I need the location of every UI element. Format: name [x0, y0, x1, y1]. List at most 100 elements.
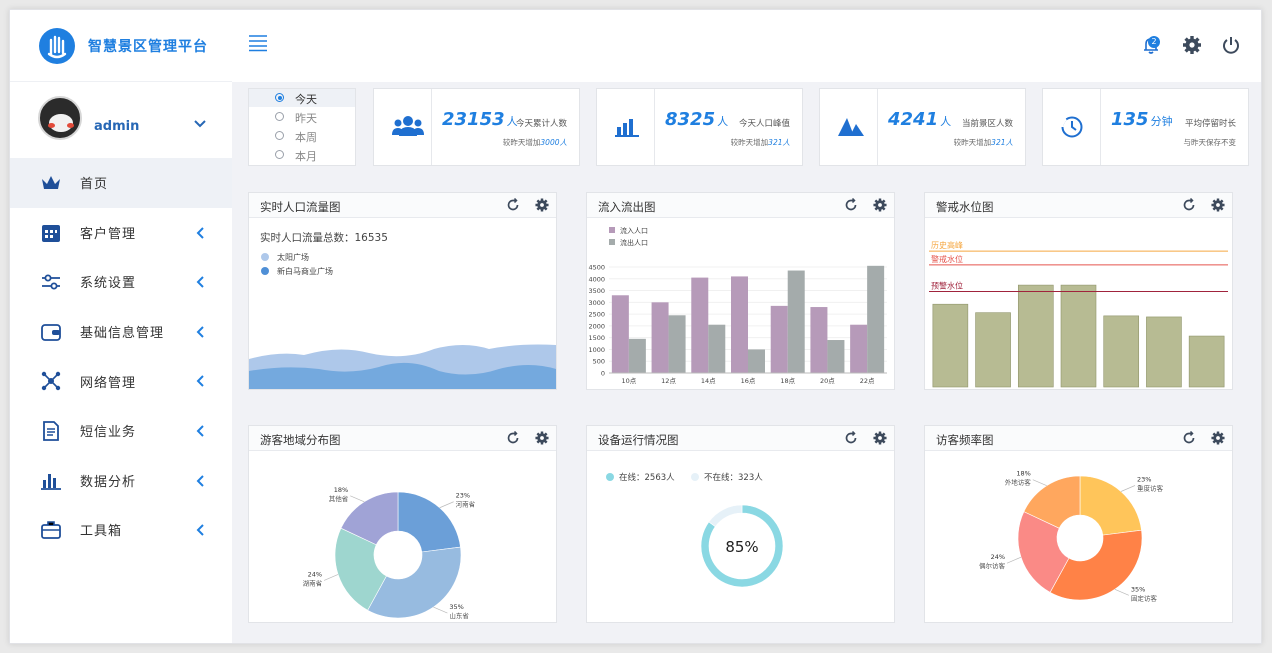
- inout-chart: 流入人口 流出人口 0 500 1000 1500 2000 2500 3000 3500 40…: [588, 226, 887, 385]
- pie-label-line: [433, 606, 448, 614]
- bar-chart-icon: [615, 119, 639, 137]
- refresh-icon[interactable]: [844, 431, 858, 445]
- power-icon[interactable]: [1220, 34, 1242, 56]
- sidebar-menu: 首页 客户管理 系统设置 基础信息管理 网络管理 短信业务 数据分析 工具箱: [10, 158, 232, 555]
- x-tick-label: 18点: [780, 377, 795, 385]
- refresh-icon[interactable]: [1182, 198, 1196, 212]
- user-profile[interactable]: admin: [10, 82, 232, 158]
- sliders-icon: [42, 274, 60, 290]
- chevron-left-icon: [196, 524, 204, 536]
- gear-icon[interactable]: [1210, 430, 1226, 446]
- pie-label-line: [439, 501, 454, 509]
- sidebar-item-network[interactable]: 网络管理: [10, 356, 232, 406]
- bar-outflow: [748, 349, 765, 373]
- bar-outflow: [708, 324, 726, 373]
- alert-chart: 历史高峰警戒水位预警水位: [929, 240, 1228, 388]
- bar-outflow: [867, 265, 885, 373]
- sidebar-item-toolbox[interactable]: 工具箱: [10, 505, 232, 555]
- y-tick-label: 4500: [588, 264, 605, 272]
- pie-percent-label: 24%: [308, 570, 322, 578]
- sidebar-item-customer[interactable]: 客户管理: [10, 208, 232, 258]
- stat-sub: 较昨天增加321人: [953, 138, 1013, 147]
- bar-outflow: [628, 338, 646, 373]
- pie-percent-label: 35%: [449, 603, 463, 611]
- sidebar-item-label: 基础信息管理: [80, 326, 165, 342]
- panel-title: 实时人口流量图: [260, 200, 341, 214]
- refresh-icon[interactable]: [506, 198, 520, 212]
- gear-icon[interactable]: [534, 430, 550, 446]
- gear-icon[interactable]: [1181, 34, 1203, 56]
- pie-percent-label: 18%: [1016, 470, 1030, 478]
- x-tick-label: 14点: [701, 377, 716, 385]
- logo: 智慧景区管理平台: [10, 10, 232, 82]
- legend-label: 在线：2563人: [619, 472, 675, 483]
- reference-line-label: 预警水位: [931, 280, 963, 290]
- reference-line-label: 历史高峰: [931, 240, 963, 250]
- period-option-yesterday[interactable]: 昨天: [249, 108, 355, 126]
- pie-percent-label: 35%: [1131, 585, 1145, 593]
- chevron-down-icon[interactable]: [194, 120, 206, 128]
- pie-name-label: 偶尔访客: [979, 561, 1006, 570]
- legend-label: 流出人口: [620, 238, 648, 247]
- region-pie-chart: 23%河南省 35%山东省 24%湖南省 18%其他省: [303, 486, 476, 620]
- stat-label: 平均停留时长: [1184, 119, 1236, 129]
- avatar: [38, 96, 82, 140]
- x-tick-label: 22点: [860, 377, 875, 385]
- gear-icon[interactable]: [872, 430, 888, 446]
- mountain-icon: [838, 118, 864, 136]
- wallet-icon: [41, 323, 61, 341]
- menu-toggle-icon[interactable]: [248, 34, 268, 52]
- pie-name-label: 其他省: [329, 494, 349, 503]
- panel-title: 游客地域分布图: [260, 433, 341, 447]
- x-tick-label: 12点: [661, 377, 676, 385]
- gear-icon[interactable]: [872, 197, 888, 213]
- level-bar: [975, 312, 1011, 388]
- period-option-month[interactable]: 本月: [249, 146, 355, 164]
- gear-icon[interactable]: [534, 197, 550, 213]
- panel-title: 访客频率图: [936, 433, 994, 447]
- sidebar-item-analytics[interactable]: 数据分析: [10, 456, 232, 506]
- panel-title: 设备运行情况图: [598, 433, 679, 447]
- y-tick-label: 3500: [588, 287, 605, 295]
- x-tick-label: 10点: [621, 377, 636, 385]
- bar-outflow: [668, 315, 686, 373]
- pie-name-label: 外地访客: [1005, 478, 1031, 487]
- level-bar: [1103, 315, 1140, 388]
- legend-swatch: [609, 239, 615, 245]
- sidebar-item-home[interactable]: 首页: [10, 158, 232, 208]
- period-option-today[interactable]: 今天: [249, 89, 355, 107]
- y-tick-label: 3000: [588, 299, 605, 307]
- period-option-week[interactable]: 本周: [249, 127, 355, 145]
- refresh-icon[interactable]: [506, 431, 520, 445]
- total-label: 实时人口流量总数：16535: [260, 231, 388, 244]
- crown-icon: [42, 176, 60, 189]
- x-tick-label: 20点: [820, 377, 835, 385]
- bar-inflow: [691, 277, 709, 373]
- pie-percent-label: 18%: [334, 486, 348, 494]
- stat-sub: 较昨天增加321人: [730, 138, 790, 147]
- level-bar: [1017, 284, 1054, 388]
- refresh-icon[interactable]: [1182, 431, 1196, 445]
- refresh-icon[interactable]: [844, 198, 858, 212]
- pie-percent-label: 23%: [1137, 475, 1151, 483]
- level-bar: [932, 303, 969, 388]
- stat-label: 今天人口峰值: [738, 119, 790, 129]
- bar-inflow: [651, 302, 669, 373]
- app-title: 智慧景区管理平台: [88, 39, 208, 55]
- device-chart: 在线：2563人 不在线：323人 85%: [606, 472, 784, 588]
- sidebar-item-sms[interactable]: 短信业务: [10, 406, 232, 456]
- y-tick-label: 1500: [588, 334, 605, 342]
- sidebar-item-basic-info[interactable]: 基础信息管理: [10, 307, 232, 357]
- panel-title: 流入流出图: [598, 200, 656, 214]
- y-tick-label: 500: [593, 358, 605, 366]
- calendar-icon: [42, 224, 60, 242]
- sidebar-item-settings[interactable]: 系统设置: [10, 257, 232, 307]
- bar-inflow: [850, 324, 868, 373]
- username: admin: [94, 119, 140, 134]
- panel-frequency: 访客频率图 23% 重度访客 35% 固定访客 24% 偶尔访客 18% 外地访客: [924, 425, 1233, 623]
- gear-icon[interactable]: [1210, 197, 1226, 213]
- panel-alert-level: 警戒水位图 历史高峰 警戒水位 预警水位: [924, 192, 1233, 390]
- level-bar: [1188, 335, 1225, 388]
- frequency-pie-chart: 23%重度访客 35%固定访客 24%偶尔访客 18%外地访客: [979, 470, 1163, 603]
- app-window: 智慧景区管理平台 admin 首页 客户管理 系统设置 基础信息管理 网络管理 …: [9, 9, 1262, 644]
